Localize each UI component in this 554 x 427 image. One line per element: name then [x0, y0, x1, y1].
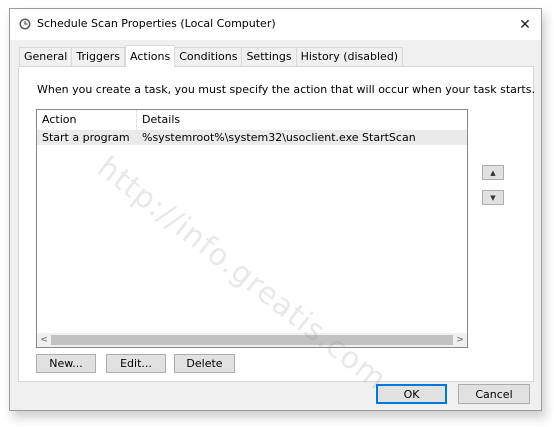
tab-actions[interactable]: Actions: [125, 45, 176, 67]
edit-button[interactable]: Edit...: [106, 354, 166, 373]
arrow-up-icon: ▲: [490, 168, 496, 177]
actions-panel: When you create a task, you must specify…: [18, 66, 535, 382]
cancel-button[interactable]: Cancel: [458, 384, 530, 404]
scroll-left-icon[interactable]: <: [37, 333, 51, 347]
list-header: Action Details: [37, 110, 467, 131]
properties-dialog: Schedule Scan Properties (Local Computer…: [9, 8, 542, 411]
table-row[interactable]: Start a program %systemroot%\system32\us…: [37, 130, 467, 145]
move-down-button[interactable]: ▼: [482, 190, 504, 205]
row-details-cell: %systemroot%\system32\usoclient.exe Star…: [142, 131, 416, 144]
title-bar[interactable]: Schedule Scan Properties (Local Computer…: [10, 9, 541, 40]
scroll-right-icon[interactable]: >: [453, 333, 467, 347]
tab-conditions[interactable]: Conditions: [175, 47, 243, 66]
arrow-down-icon: ▼: [490, 193, 496, 202]
actions-list[interactable]: Action Details Start a program %systemro…: [36, 109, 468, 348]
column-header-details[interactable]: Details: [137, 110, 467, 130]
scroll-track[interactable]: [51, 333, 453, 347]
delete-button[interactable]: Delete: [174, 354, 235, 373]
new-button[interactable]: New...: [36, 354, 96, 373]
window-title: Schedule Scan Properties (Local Computer…: [37, 17, 276, 30]
tab-history[interactable]: History (disabled): [296, 47, 404, 66]
ok-button[interactable]: OK: [376, 384, 447, 404]
instruction-text: When you create a task, you must specify…: [37, 83, 535, 96]
close-icon: ✕: [519, 16, 531, 33]
move-up-button[interactable]: ▲: [482, 165, 504, 180]
column-header-action[interactable]: Action: [37, 110, 137, 130]
tab-triggers[interactable]: Triggers: [72, 47, 126, 66]
horizontal-scrollbar[interactable]: < >: [37, 333, 467, 347]
clock-icon: [19, 18, 31, 30]
tab-settings[interactable]: Settings: [242, 47, 297, 66]
tab-general[interactable]: General: [19, 47, 73, 66]
close-button[interactable]: ✕: [509, 9, 541, 40]
tab-strip: General Triggers Actions Conditions Sett…: [19, 45, 404, 67]
scroll-thumb[interactable]: [51, 335, 453, 345]
row-action-cell: Start a program: [42, 131, 130, 144]
